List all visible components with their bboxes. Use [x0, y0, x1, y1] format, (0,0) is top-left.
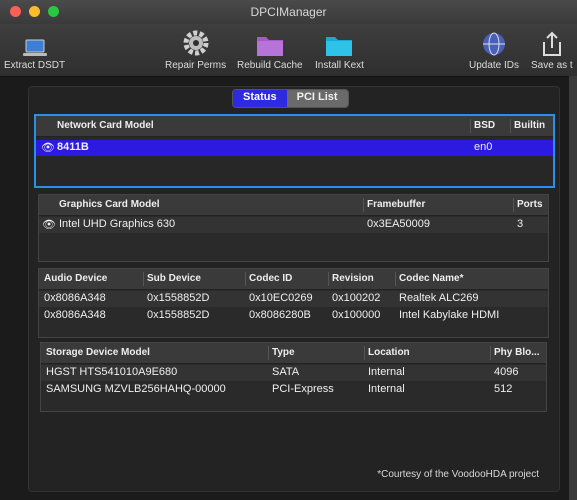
table-row[interactable]: SAMSUNG MZVLB256HAHQ-00000 PCI-Express I… [41, 382, 546, 398]
eye-icon: 👁 [41, 142, 55, 154]
repair-perms-button[interactable]: Repair Perms [165, 28, 226, 71]
network-table[interactable]: Network Card Model BSD Builtin 👁 8411B e… [34, 114, 555, 188]
update-ids-button[interactable]: Update IDs [469, 28, 519, 71]
table-header: Graphics Card Model Framebuffer Ports [39, 195, 548, 216]
gear-icon [165, 28, 226, 58]
eye-icon: 👁 [42, 219, 56, 231]
tab-status[interactable]: Status [233, 90, 287, 107]
table-header: Storage Device Model Type Location Phy B… [41, 343, 546, 364]
share-icon [531, 28, 573, 58]
table-row[interactable]: 0x8086A348 0x1558852D 0x8086280B 0x10000… [39, 308, 548, 324]
table-header: Network Card Model BSD Builtin [36, 116, 553, 137]
storage-table[interactable]: Storage Device Model Type Location Phy B… [40, 342, 547, 412]
window-edge [569, 76, 577, 500]
graphics-table[interactable]: Graphics Card Model Framebuffer Ports 👁 … [38, 194, 549, 262]
tab-pci-list[interactable]: PCI List [286, 90, 348, 107]
folder-icon [315, 28, 364, 58]
globe-icon [469, 28, 519, 58]
view-tabs: Status PCI List [232, 89, 349, 108]
table-row[interactable]: 👁 8411B en0 [36, 140, 553, 156]
table-row[interactable]: HGST HTS541010A9E680 SATA Internal 4096 [41, 365, 546, 381]
toolbar: Extract DSDT Repair Perms Rebuild Cache … [0, 24, 577, 77]
title-bar: DPCIManager [0, 0, 577, 25]
install-kext-button[interactable]: Install Kext [315, 28, 364, 71]
extract-dsdt-button[interactable]: Extract DSDT [4, 28, 65, 71]
save-as-button[interactable]: Save as t [531, 28, 573, 71]
laptop-icon [4, 28, 65, 58]
table-header: Audio Device Sub Device Codec ID Revisio… [39, 269, 548, 290]
audio-table[interactable]: Audio Device Sub Device Codec ID Revisio… [38, 268, 549, 338]
table-row[interactable]: 0x8086A348 0x1558852D 0x10EC0269 0x10020… [39, 291, 548, 307]
folder-icon [237, 28, 303, 58]
footer-note: *Courtesy of the VoodooHDA project [377, 469, 539, 480]
rebuild-cache-button[interactable]: Rebuild Cache [237, 28, 303, 71]
window-title: DPCIManager [250, 5, 327, 19]
table-row[interactable]: 👁 Intel UHD Graphics 630 0x3EA50009 3 [39, 217, 548, 233]
